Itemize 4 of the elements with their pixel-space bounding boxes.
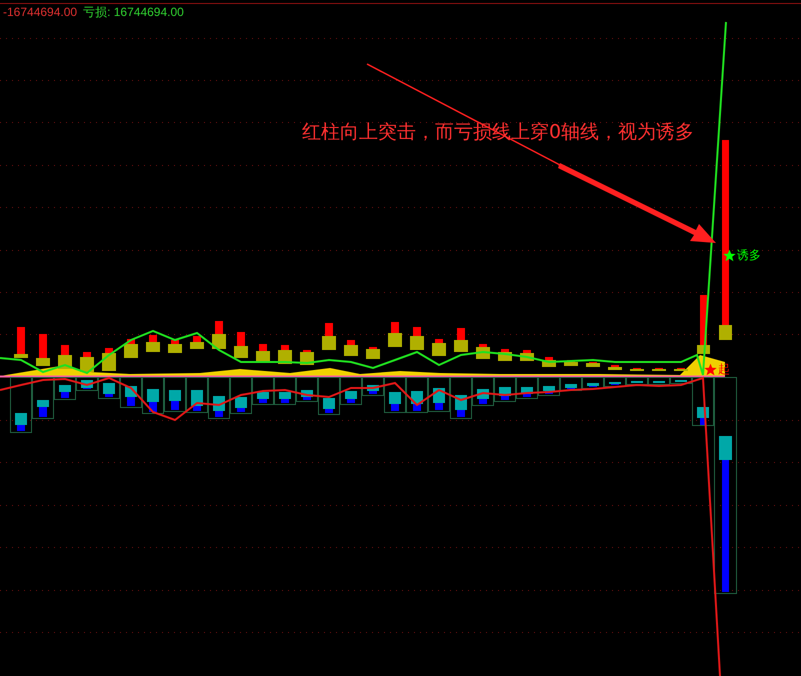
value-readout: -16744694.00: [3, 5, 78, 19]
spike-bar: [697, 295, 710, 354]
loss-readout: 亏损: 16744694.00: [83, 5, 184, 19]
signal-label: 诱多: [737, 248, 761, 262]
